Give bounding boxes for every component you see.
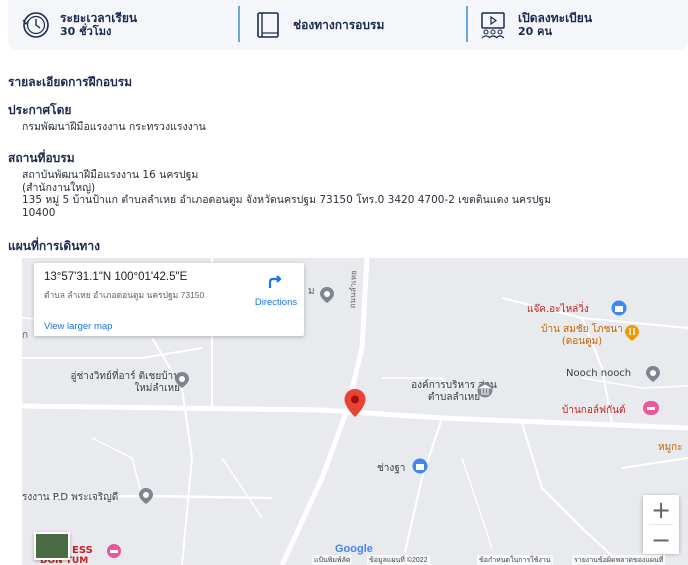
location-title: สถานที่อบรม [8,151,75,165]
duration-value: 30 ชั่วโมง [60,25,112,38]
directions-label: Directions [254,297,298,308]
zoom-in-button[interactable]: + [643,495,679,524]
zoom-out-button[interactable]: − [643,525,679,554]
map-poi-label: บ้านกอล์ฟกันต์ [562,405,626,416]
book-icon [257,12,279,38]
map-pin-grey-icon[interactable] [645,365,661,383]
map-poi-label: บ้าน สมชัย โภชนา (ดอนตูม) [541,324,623,347]
channel-info: ช่องทางการอบรม [253,7,384,43]
course-info-bar: ระยะเวลาเรียน 30 ชั่วโมง ช่องทางการอบรม … [8,0,688,50]
shop-icon[interactable] [412,458,428,474]
duration-label: ระยะเวลาเรียน [60,11,138,25]
announced-by: กรมพัฒนาฝีมือแรงงาน กระทรวงแรงงาน [22,121,206,133]
view-larger-map-link[interactable]: View larger map [44,321,112,332]
map-poi-label: รงงาน P.D พระเจริญดี [22,492,119,503]
details-title: รายละเอียดการฝึกอบรม [8,75,133,89]
map-poi-label: ช่างฐา [377,463,406,474]
hotel-icon[interactable] [106,543,122,559]
location-line: 10400 [22,206,56,219]
map-poi-label: แจ๊ค.อะไหล่วิ่ง [527,304,589,315]
satellite-toggle[interactable] [34,532,70,560]
location-line: สถาบันพัฒนาฝีมือแรงงาน 16 นครปฐม [22,169,199,181]
video-class-icon [481,12,505,39]
duration-info: ระยะเวลาเรียน 30 ชั่วโมง [20,7,137,43]
map-pin-grey-icon[interactable] [138,487,154,505]
location-line: 135 หมู่ 5 บ้านป้าแก ตำบลลำเหย อำเภอดอนต… [22,194,552,206]
divider [466,6,468,42]
keyboard-shortcuts-link[interactable]: แป้นพิมพ์ลัด [312,555,353,565]
announced-by-title: ประกาศโดย [8,103,72,117]
enroll-label: เปิดลงทะเบียน [518,11,593,25]
zoom-control: + − [643,495,679,554]
map-pin-grey-icon[interactable] [319,286,335,304]
location-line: (สำนักงานใหญ่) [22,181,96,194]
map-label: ม [308,286,315,297]
enroll-info: เปิดลงทะเบียน 20 คน [478,7,592,43]
google-logo: Google [335,543,373,555]
shop-icon[interactable] [611,300,627,316]
government-icon[interactable] [477,382,493,398]
place-coordinates: 13°57'31.1"N 100°01'42.5"E [44,271,188,283]
map-title: แผนที่การเดินทาง [8,239,100,253]
hotel-icon[interactable] [642,400,660,416]
map-poi-label: หมูกะ [658,442,683,453]
road-label: ถนนลำเหย [347,270,359,309]
location-address: สถาบันพัฒนาฝีมือแรงงาน 16 นครปฐม (สำนักง… [22,169,662,219]
channel-label: ช่องทางการอบรม [293,18,385,32]
clock-icon [22,12,49,38]
enroll-value: 20 คน [518,25,553,38]
report-error-link[interactable]: รายงานข้อผิดพลาดของแผนที่ [572,555,666,565]
map-pin-grey-icon[interactable] [174,371,190,389]
directions-icon [268,275,282,288]
map-poi-label: ESS [72,545,93,556]
location-pin-icon[interactable] [343,388,367,418]
divider [238,6,240,42]
place-address: ตำบล ลำเหย อำเภอดอนตูม นครปฐม 73150 [44,290,205,300]
restaurant-icon[interactable] [624,324,640,342]
terms-link[interactable]: ข้อกำหนดในการใช้งาน [477,555,553,565]
map-label: ก [22,330,29,341]
embedded-map[interactable]: ก ม ถนนลำเหย แจ๊ค.อะไหล่วิ่ง บ้าน สมชัย … [22,258,688,565]
map-poi-label: อู่ช่างวิทย์ที่อาร์ ติเชยบ้านใหม่ลำเหย [70,371,180,394]
map-data-text: ข้อมูลแผนที่ ©2022 [367,555,430,565]
place-info-card: 13°57'31.1"N 100°01'42.5"E ตำบล ลำเหย อำ… [34,263,304,336]
directions-button[interactable]: Directions [252,273,300,308]
map-poi-label: Nooch nooch [566,368,632,379]
